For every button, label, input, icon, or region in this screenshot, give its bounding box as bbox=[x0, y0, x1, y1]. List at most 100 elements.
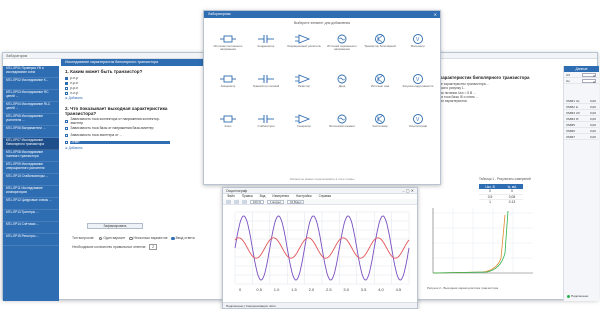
volts-select[interactable]: 10 В/дел bbox=[287, 199, 305, 204]
param-input[interactable]: 0 bbox=[582, 73, 596, 78]
timebase-select[interactable]: 1 мс/дел bbox=[266, 199, 285, 204]
sidebar-item[interactable]: КП1-ЛР15 Регистры ... bbox=[3, 234, 59, 246]
save-icon[interactable] bbox=[234, 199, 239, 204]
element-tile[interactable]: V Вольтметр bbox=[400, 33, 436, 55]
element-tile[interactable]: Транзистор биполярный bbox=[362, 33, 398, 55]
play-icon[interactable] bbox=[242, 199, 247, 204]
open-icon[interactable] bbox=[226, 199, 231, 204]
element-label: Осциллограф bbox=[408, 124, 428, 128]
sidebar-item[interactable]: КП1-ЛР10 Стабилизаторы ... bbox=[3, 174, 59, 186]
answer-option: Ответ bbox=[65, 139, 185, 146]
element-tile[interactable]: Диод bbox=[324, 73, 360, 95]
element-tile[interactable]: Источник постоянного напряжения bbox=[210, 33, 246, 55]
x-tick-label: 2.0 bbox=[309, 287, 315, 292]
element-tile[interactable]: Ключ bbox=[210, 113, 246, 135]
answer-option: Зависимость тока базы от напряжения база… bbox=[65, 125, 185, 132]
answer-option: Зависимость тока эмиттера от ... bbox=[65, 132, 185, 139]
element-tile[interactable]: V Катушка индуктивности bbox=[400, 73, 436, 95]
element-label: Ключ bbox=[224, 124, 232, 128]
close-icon[interactable]: ✕ bbox=[434, 12, 437, 17]
sidebar-item[interactable]: КП1-ЛР09 Исследование операционного усил… bbox=[3, 162, 59, 174]
table-caption: Таблица 1 - Результаты измерений bbox=[479, 177, 531, 181]
svg-text:V: V bbox=[416, 77, 420, 83]
element-tile[interactable]: Операционный усилитель bbox=[286, 33, 322, 55]
element-tile[interactable]: Логический элемент bbox=[324, 113, 360, 135]
window-controls-icon[interactable]: – ▢ ✕ bbox=[402, 188, 414, 193]
dialog-footer: Элементы можно перетаскивать в поле схем… bbox=[289, 177, 355, 181]
sidebar-item[interactable]: КП1-ЛР01 Проверка УВ и исследование схем bbox=[3, 66, 59, 78]
menu-item[interactable]: Измерения bbox=[272, 194, 289, 199]
zoom-select[interactable]: 100 % bbox=[250, 199, 264, 204]
meter-label: XMM3 Uб bbox=[566, 111, 580, 115]
menu-item[interactable]: Правка bbox=[242, 194, 253, 199]
menu-item[interactable]: Файл bbox=[227, 194, 235, 199]
radio-button[interactable] bbox=[99, 236, 103, 240]
checkbox[interactable] bbox=[65, 91, 69, 96]
checkbox[interactable] bbox=[65, 126, 69, 131]
answer-count-label: Необходимое количество правильных ответо… bbox=[72, 245, 147, 249]
menu-item[interactable]: Вид bbox=[260, 194, 266, 199]
x-tick-label: 1.0 bbox=[274, 287, 280, 292]
question-type-label: Тип вопросов: bbox=[72, 236, 95, 240]
answer-count-input[interactable]: 2 bbox=[149, 244, 158, 250]
sidebar-item[interactable]: КП1-ЛР07 Исследование биполярного транзи… bbox=[3, 138, 59, 150]
radio-button[interactable] bbox=[171, 236, 175, 240]
param-input[interactable]: 0 bbox=[582, 79, 596, 84]
oscilloscope-status: Подключено | Синхронизация: Авто bbox=[223, 302, 417, 308]
sidebar-item[interactable]: КП1-ЛР08 Исследование полевого транзисто… bbox=[3, 150, 59, 162]
sidebar-item[interactable]: КП1-ЛР04 Исследование RLC цепей ... bbox=[3, 102, 59, 114]
checkbox[interactable] bbox=[65, 81, 69, 86]
checkbox[interactable] bbox=[65, 140, 69, 145]
element-tile[interactable]: Транзистор полевой bbox=[248, 73, 284, 95]
element-label: Конденсатор bbox=[257, 44, 275, 48]
x-tick-label: 3.0 bbox=[343, 287, 349, 292]
element-tile[interactable]: Амперметр bbox=[210, 73, 246, 95]
submit-button[interactable]: Зафиксировать bbox=[87, 223, 143, 229]
checkbox[interactable] bbox=[65, 76, 69, 81]
menu-item[interactable]: Справка bbox=[319, 194, 332, 199]
element-tile[interactable]: Конденсатор bbox=[248, 33, 284, 55]
radio-button[interactable] bbox=[129, 236, 133, 240]
meter-value: 0,00 bbox=[589, 135, 596, 139]
meter-value: 0,00 bbox=[589, 123, 596, 127]
menu-item[interactable]: Настройки bbox=[296, 194, 312, 199]
add-answer-link-2[interactable]: ⊕ Добавить bbox=[65, 146, 185, 150]
sidebar-item[interactable]: КП1-ЛР13 Триггеры ... bbox=[3, 210, 59, 222]
element-tile[interactable]: Резистор bbox=[286, 73, 322, 95]
element-tile[interactable]: Генератор bbox=[286, 113, 322, 135]
output-characteristic-chart bbox=[423, 203, 538, 283]
element-tile[interactable]: Частотомер bbox=[362, 113, 398, 135]
element-picker-dialog: Лабораторная ✕ Выберите элемент для доба… bbox=[203, 10, 441, 185]
sidebar-item[interactable]: КП1-ЛР03 Исследование RC цепей ... bbox=[3, 90, 59, 102]
element-tile[interactable]: Стабилитрон bbox=[248, 113, 284, 135]
sidebar-item[interactable]: КП1-ЛР12 Цифровые схемы ... bbox=[3, 198, 59, 210]
x-tick-label: 4.5 bbox=[396, 287, 402, 292]
checkbox[interactable] bbox=[65, 86, 69, 91]
x-tick-label: 0.5 bbox=[256, 287, 262, 292]
meter-row: XMM7 0,00 bbox=[564, 134, 599, 140]
sidebar-item[interactable]: КП1-ЛР06 Выпрямители ... bbox=[3, 126, 59, 138]
sidebar-item[interactable]: КП1-ЛР11 Исследование компараторов bbox=[3, 186, 59, 198]
answer-option: Зависимость тока коллектора от напряжени… bbox=[65, 117, 185, 125]
param-label: Uб bbox=[566, 73, 571, 77]
element-tile[interactable]: Источник тока bbox=[362, 73, 398, 95]
element-tile[interactable]: V Осциллограф bbox=[400, 113, 436, 135]
checkbox[interactable] bbox=[65, 119, 69, 124]
checkbox[interactable] bbox=[65, 133, 69, 138]
oscilloscope-window: Осциллограф – ▢ ✕ Файл Правка Вид Измерения… bbox=[222, 187, 418, 309]
dialog-title: Лабораторная bbox=[204, 11, 440, 18]
element-label: Вольтметр bbox=[411, 44, 425, 48]
meter-value: 0,00 bbox=[589, 129, 596, 133]
sidebar-item[interactable]: КП1-ЛР02 Исследование К... bbox=[3, 78, 59, 90]
answer-label: Зависимость тока коллектора от напряжени… bbox=[70, 117, 160, 125]
element-label: Резистор bbox=[298, 84, 310, 88]
add-answer-link-1[interactable]: ⊕ Добавить bbox=[65, 96, 185, 100]
answer-label: Зависимость тока базы от напряжения база… bbox=[70, 125, 154, 130]
answer-label: Ответ bbox=[70, 140, 171, 145]
element-tile[interactable]: Источник переменного напряжения bbox=[324, 33, 360, 55]
sidebar-item[interactable]: КП1-ЛР05 Исследование усилителя ... bbox=[3, 114, 59, 126]
question-panel: 1. Каким может быть транзистор? p-n-p n-p… bbox=[65, 69, 185, 150]
x-tick-label: 4.0 bbox=[378, 287, 384, 292]
param-label: Uк bbox=[566, 79, 570, 83]
sidebar-item[interactable]: КП1-ЛР14 Счётчики ... bbox=[3, 222, 59, 234]
